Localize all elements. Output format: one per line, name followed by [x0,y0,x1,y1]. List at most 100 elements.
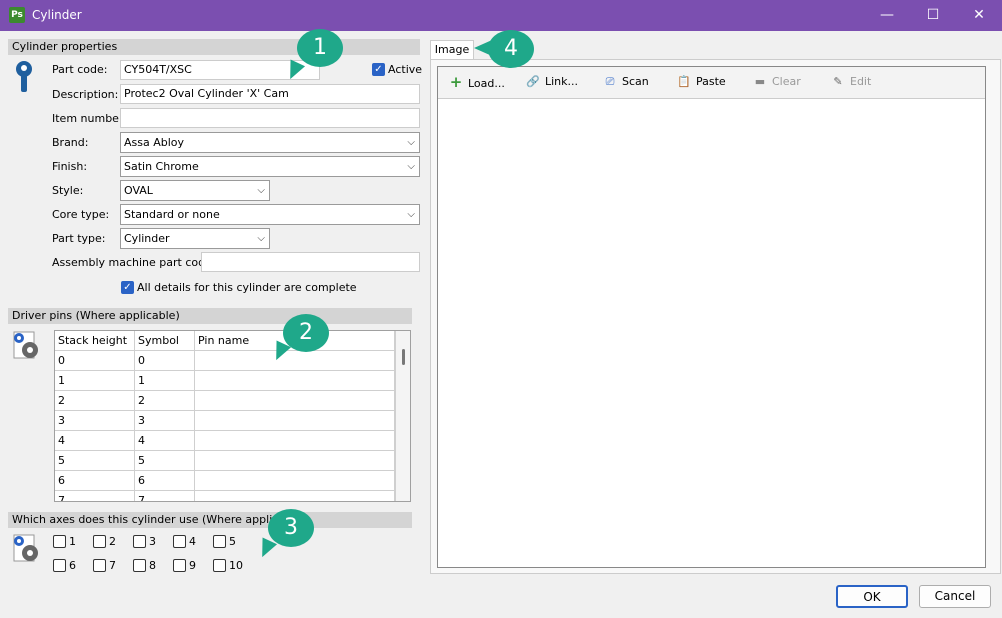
cell-pin-name[interactable] [195,491,395,501]
title-bar: Ps Cylinder — ☐ ✕ [0,0,1002,31]
cell-stack-height[interactable]: 6 [55,471,135,491]
table-row[interactable]: 44 [55,431,395,451]
axis-checkbox-10[interactable] [213,559,226,572]
edit-button[interactable]: ✎ Edit [830,73,871,91]
scrollbar[interactable] [395,331,410,501]
minimize-button[interactable]: — [864,0,910,31]
axis-label: 2 [109,535,116,548]
axis-checkbox-4[interactable] [173,535,186,548]
finish-dropdown[interactable]: Satin Chrome ⌵ [120,156,420,177]
column-stack-height[interactable]: Stack height [55,331,135,351]
cell-pin-name[interactable] [195,391,395,411]
cell-symbol[interactable]: 6 [135,471,195,491]
table-row[interactable]: 55 [55,451,395,471]
image-area[interactable] [437,66,986,568]
axis-label: 3 [149,535,156,548]
cell-pin-name[interactable] [195,371,395,391]
item-number-input[interactable] [120,108,420,128]
cell-symbol[interactable]: 2 [135,391,195,411]
paste-button[interactable]: 📋 Paste [676,73,726,91]
table-row[interactable]: 22 [55,391,395,411]
axis-checkbox-1[interactable] [53,535,66,548]
core-type-dropdown[interactable]: Standard or none ⌵ [120,204,420,225]
assembly-input[interactable] [201,252,420,272]
cell-symbol[interactable]: 7 [135,491,195,501]
axis-checkbox-3[interactable] [133,535,146,548]
part-type-dropdown[interactable]: Cylinder ⌵ [120,228,270,249]
cell-pin-name[interactable] [195,431,395,451]
part-type-label: Part type: [52,232,106,245]
cell-symbol[interactable]: 4 [135,431,195,451]
cell-pin-name[interactable] [195,351,395,371]
table-row[interactable]: 77 [55,491,395,501]
callout-1: 1 [297,29,343,67]
cell-pin-name[interactable] [195,411,395,431]
cancel-button[interactable]: Cancel [919,585,991,608]
cylinder-properties-header: Cylinder properties [8,39,420,55]
ok-button[interactable]: OK [836,585,908,608]
axis-checkbox-6[interactable] [53,559,66,572]
cell-stack-height[interactable]: 1 [55,371,135,391]
chevron-down-icon: ⌵ [257,233,265,244]
table-row[interactable]: 11 [55,371,395,391]
paste-label: Paste [696,75,726,88]
cell-symbol[interactable]: 3 [135,411,195,431]
finish-value: Satin Chrome [124,160,199,173]
cell-stack-height[interactable]: 3 [55,411,135,431]
style-value: OVAL [124,184,153,197]
axis-label: 1 [69,535,76,548]
load-label: Load... [468,77,505,90]
window-title: Cylinder [32,8,82,22]
driver-pins-header: Driver pins (Where applicable) [8,308,412,324]
axis-checkbox-9[interactable] [173,559,186,572]
axis-checkbox-7[interactable] [93,559,106,572]
scan-button[interactable]: ⎚ Scan [602,73,649,91]
axis-checkbox-5[interactable] [213,535,226,548]
scrollbar-thumb[interactable] [402,349,405,365]
description-input[interactable]: Protec2 Oval Cylinder 'X' Cam [120,84,420,104]
assembly-label: Assembly machine part code: [52,256,216,269]
axis-checkbox-2[interactable] [93,535,106,548]
settings-gear-icon [10,330,42,362]
edit-label: Edit [850,75,872,88]
cell-stack-height[interactable]: 4 [55,431,135,451]
axis-checkbox-8[interactable] [133,559,146,572]
clear-button[interactable]: ▬ Clear [752,73,801,91]
brand-dropdown[interactable]: Assa Abloy ⌵ [120,132,420,153]
load-button[interactable]: + Load... [448,73,505,91]
cell-stack-height[interactable]: 0 [55,351,135,371]
chevron-down-icon: ⌵ [257,185,265,196]
table-row[interactable]: 00 [55,351,395,371]
cell-stack-height[interactable]: 7 [55,491,135,501]
column-symbol[interactable]: Symbol [135,331,195,351]
style-label: Style: [52,184,84,197]
cell-stack-height[interactable]: 5 [55,451,135,471]
chevron-down-icon: ⌵ [407,209,415,220]
cell-symbol[interactable]: 0 [135,351,195,371]
cell-symbol[interactable]: 1 [135,371,195,391]
link-button[interactable]: 🔗 Link... [525,73,578,91]
clipboard-icon: 📋 [677,75,691,88]
close-button[interactable]: ✕ [956,0,1002,31]
axis-label: 5 [229,535,236,548]
driver-pins-table[interactable]: Stack height Symbol Pin name 00 11 22 33… [54,330,411,502]
tab-image[interactable]: Image [430,40,474,60]
axis-label: 4 [189,535,196,548]
chevron-down-icon: ⌵ [407,137,415,148]
chevron-down-icon: ⌵ [407,161,415,172]
table-row[interactable]: 33 [55,411,395,431]
cell-symbol[interactable]: 5 [135,451,195,471]
axis-label: 6 [69,559,76,572]
table-row[interactable]: 66 [55,471,395,491]
cell-pin-name[interactable] [195,471,395,491]
cell-stack-height[interactable]: 2 [55,391,135,411]
style-dropdown[interactable]: OVAL ⌵ [120,180,270,201]
part-type-value: Cylinder [124,232,170,245]
complete-checkbox[interactable]: ✓ [121,281,134,294]
cell-pin-name[interactable] [195,451,395,471]
app-icon: Ps [9,7,25,23]
active-checkbox[interactable]: ✓ [372,63,385,76]
maximize-button[interactable]: ☐ [910,0,956,31]
axis-label: 7 [109,559,116,572]
active-label: Active [388,63,423,76]
